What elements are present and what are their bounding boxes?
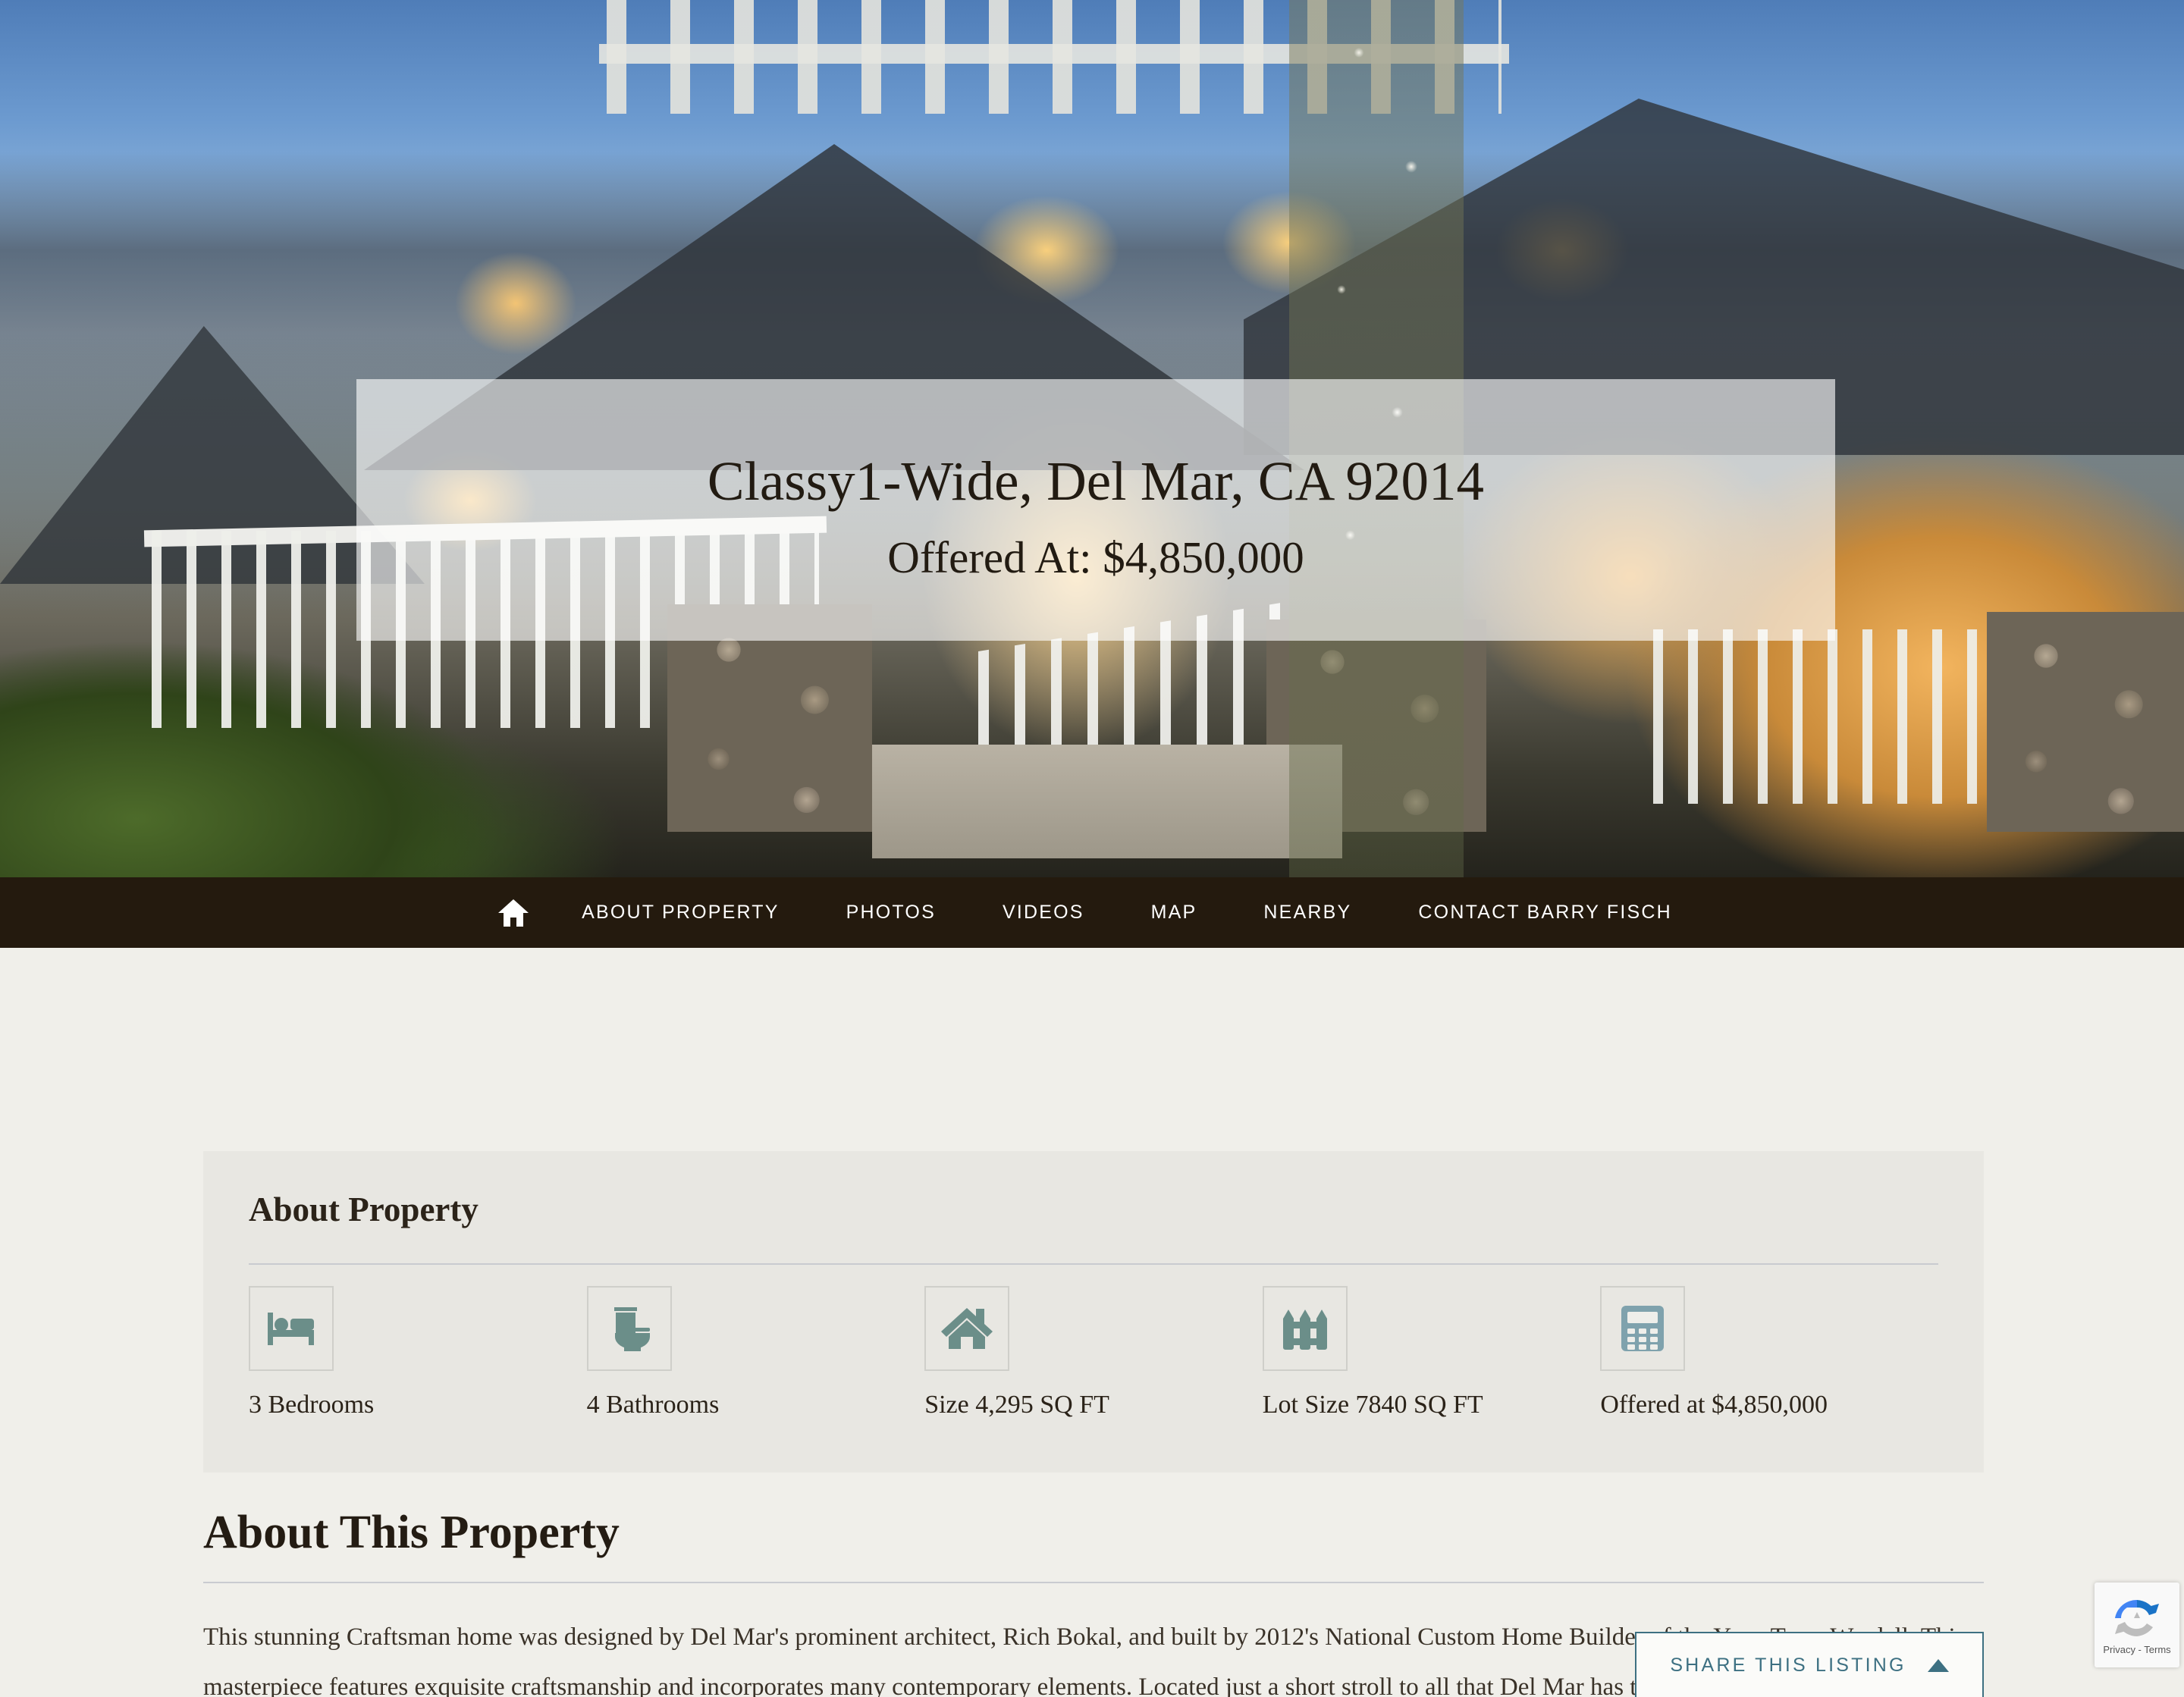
stone-pillar-right — [1987, 612, 2184, 832]
offered-price-icon-frame — [1600, 1286, 1686, 1371]
main-content: About Property 3 Bedrooms 4 Bathrooms Si… — [0, 948, 2184, 1697]
share-this-listing-button[interactable]: SHARE THIS LISTING — [1635, 1632, 1984, 1697]
home-nav-button[interactable] — [479, 877, 548, 948]
stat-offered-price: Offered at $4,850,000 — [1600, 1286, 1938, 1419]
bedrooms-icon-frame — [249, 1286, 334, 1371]
property-address-title: Classy1-Wide, Del Mar, CA 92014 — [707, 450, 1485, 512]
nav-item-videos[interactable]: Videos — [969, 902, 1118, 924]
caret-up-icon — [1927, 1658, 1949, 1672]
stat-lot-size: Lot Size 7840 SQ FT — [1262, 1286, 1601, 1419]
nav-item-contact-barry-fisch[interactable]: Contact Barry Fisch — [1385, 902, 1705, 924]
lot-size-icon-frame — [1262, 1286, 1348, 1371]
bathrooms-icon-frame — [586, 1286, 672, 1371]
entry-walkway — [872, 745, 1342, 858]
nav-item-map[interactable]: Map — [1118, 902, 1231, 924]
stat-bedrooms: 3 Bedrooms — [249, 1286, 587, 1419]
nav-item-about-property[interactable]: About Property — [548, 902, 813, 924]
bed-icon — [265, 1308, 318, 1349]
size-label: Size 4,295 SQ FT — [924, 1391, 1109, 1419]
about-this-property-heading: About This Property — [203, 1507, 620, 1558]
recaptcha-logo-icon — [2113, 1595, 2160, 1642]
stat-bathrooms: 4 Bathrooms — [586, 1286, 925, 1419]
bedrooms-label: 3 Bedrooms — [249, 1391, 375, 1419]
about-property-card: About Property 3 Bedrooms 4 Bathrooms Si… — [203, 1151, 1984, 1473]
property-stats-row: 3 Bedrooms 4 Bathrooms Size 4,295 SQ FT … — [249, 1286, 1938, 1419]
recaptcha-badge[interactable]: Privacy - Terms — [2095, 1583, 2179, 1667]
about-this-property-divider — [203, 1582, 1984, 1583]
size-icon-frame — [924, 1286, 1010, 1371]
toilet-icon — [604, 1303, 654, 1354]
offered-price-label: Offered at $4,850,000 — [1600, 1391, 1828, 1419]
home-icon — [497, 898, 530, 928]
nav-item-nearby[interactable]: Nearby — [1230, 902, 1385, 924]
lot-size-label: Lot Size 7840 SQ FT — [1262, 1391, 1483, 1419]
calculator-icon — [1619, 1303, 1666, 1354]
fence-icon — [1280, 1305, 1330, 1352]
about-property-card-divider — [249, 1263, 1938, 1265]
property-price-subtitle: Offered At: $4,850,000 — [887, 532, 1304, 582]
house-icon — [940, 1305, 994, 1352]
share-this-listing-label: SHARE THIS LISTING — [1670, 1654, 1906, 1676]
recaptcha-privacy-terms-text: Privacy - Terms — [2103, 1644, 2171, 1655]
main-navigation: About Property Photos Videos Map Nearby … — [0, 877, 2184, 948]
hero-text-overlay: Classy1-Wide, Del Mar, CA 92014 Offered … — [356, 379, 1835, 641]
bathrooms-label: 4 Bathrooms — [586, 1391, 720, 1419]
hero-banner: Classy1-Wide, Del Mar, CA 92014 Offered … — [0, 0, 2184, 877]
stat-size: Size 4,295 SQ FT — [924, 1286, 1263, 1419]
nav-item-photos[interactable]: Photos — [813, 902, 969, 924]
about-property-card-title: About Property — [249, 1190, 479, 1228]
